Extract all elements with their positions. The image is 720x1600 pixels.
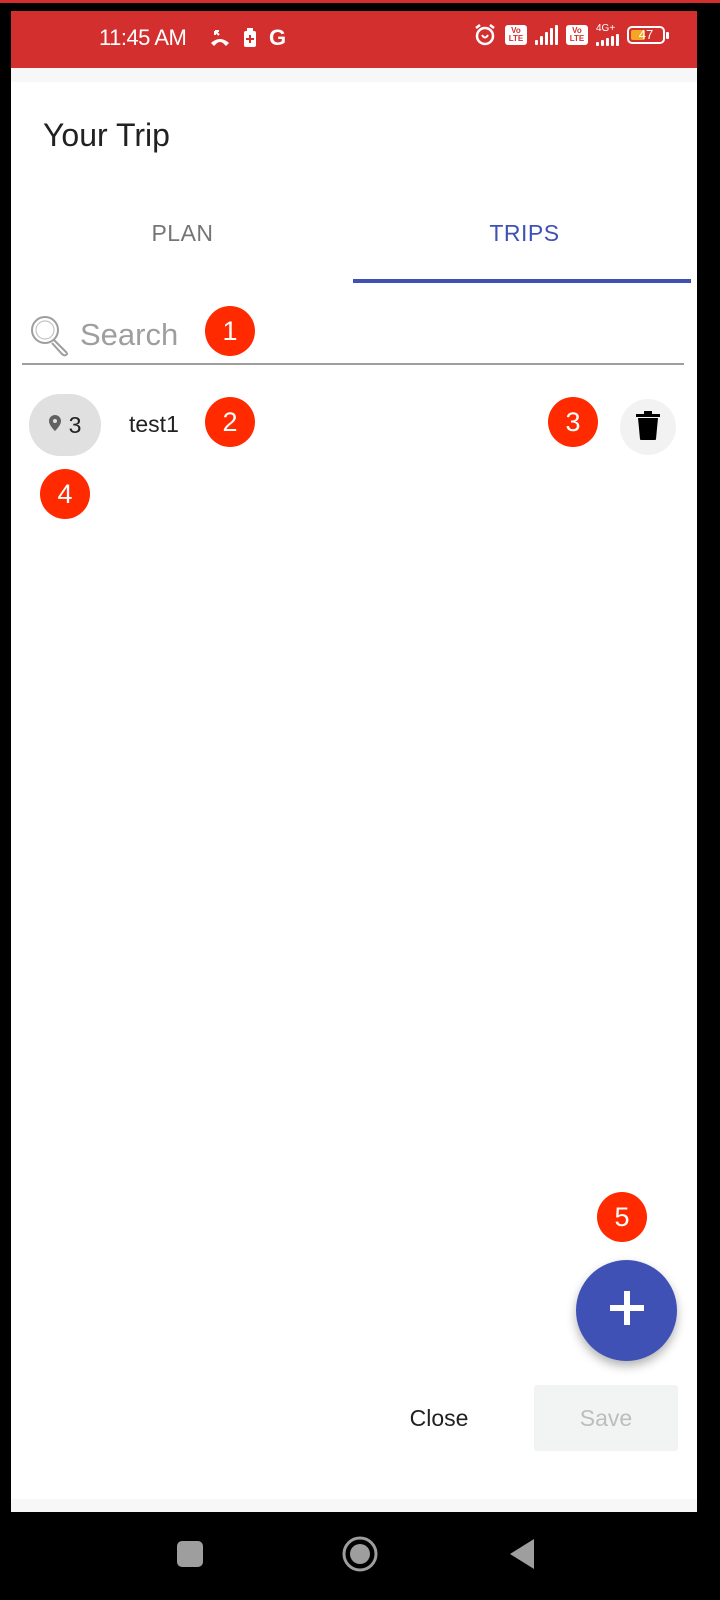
header-strip	[11, 68, 697, 82]
recents-icon	[176, 1540, 204, 1573]
tab-bar: PLAN TRIPS	[11, 211, 697, 295]
system-nav-bar	[0, 1512, 720, 1600]
plus-icon	[609, 1291, 644, 1330]
alarm-icon	[473, 23, 497, 47]
tab-plan[interactable]: PLAN	[11, 191, 354, 275]
search-field	[22, 307, 684, 365]
app-frame: 11:45 AM G Vo LTE Vo LTE 4G+ 47 Your Tri…	[11, 11, 697, 1512]
4g-plus-signal-icon: 4G+	[596, 24, 619, 46]
tab-trips[interactable]: TRIPS	[353, 191, 696, 275]
signal-icon	[535, 25, 558, 45]
battery-saver-icon	[243, 28, 257, 48]
back-icon	[510, 1538, 536, 1574]
delete-trip-button[interactable]	[620, 399, 676, 455]
add-trip-fab[interactable]	[576, 1260, 677, 1361]
trash-icon	[636, 410, 660, 445]
volte-icon: Vo LTE	[505, 25, 527, 45]
place-count: 3	[68, 411, 82, 438]
search-icon	[28, 313, 72, 357]
top-accent-line	[0, 0, 720, 3]
dialog-footer: Close Save	[11, 1385, 697, 1451]
place-count-chip[interactable]: 3	[29, 394, 101, 456]
page-title: Your Trip	[43, 117, 170, 153]
volte-icon-2: Vo LTE	[566, 25, 588, 45]
missed-call-icon	[209, 29, 231, 47]
footer-strip	[11, 1499, 697, 1512]
battery-icon: 47	[627, 26, 669, 44]
home-button[interactable]	[320, 1512, 400, 1600]
close-button[interactable]: Close	[383, 1385, 495, 1451]
back-button[interactable]	[483, 1512, 563, 1600]
annotation-marker-1: 1	[205, 306, 255, 356]
annotation-marker-5: 5	[597, 1192, 647, 1242]
annotation-marker-4: 4	[40, 469, 90, 519]
trip-name[interactable]: test1	[129, 411, 179, 438]
recents-button[interactable]	[150, 1512, 230, 1600]
home-icon	[341, 1535, 379, 1578]
google-icon: G	[269, 25, 287, 50]
location-pin-icon	[48, 414, 61, 436]
save-button[interactable]: Save	[534, 1385, 678, 1451]
tab-active-indicator	[353, 279, 691, 283]
battery-level: 47	[638, 27, 654, 42]
annotation-marker-2: 2	[205, 397, 255, 447]
status-left-icons: G	[209, 25, 286, 51]
status-right-icons: Vo LTE Vo LTE 4G+ 47	[473, 23, 669, 47]
search-input[interactable]	[80, 313, 660, 357]
annotation-marker-3: 3	[548, 397, 598, 447]
status-bar: 11:45 AM G Vo LTE Vo LTE 4G+ 47	[11, 11, 697, 68]
status-time: 11:45 AM	[99, 25, 187, 50]
